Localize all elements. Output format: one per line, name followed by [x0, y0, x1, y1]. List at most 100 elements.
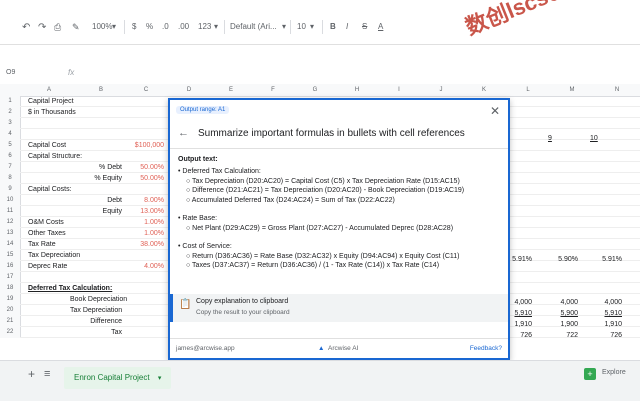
strikethrough-button[interactable]: S	[362, 22, 367, 31]
cell-label[interactable]: O&M Costs	[28, 217, 64, 228]
row-number[interactable]: 1	[0, 96, 21, 107]
divider	[170, 338, 508, 339]
row-number[interactable]: 6	[0, 151, 21, 162]
cell-value[interactable]: 726	[582, 330, 622, 341]
cell-sublabel[interactable]: % Debt	[60, 162, 122, 173]
row-number[interactable]: 7	[0, 162, 21, 173]
cell-value[interactable]: 1.00%	[124, 228, 164, 239]
italic-button[interactable]: I	[346, 22, 348, 31]
cell-label[interactable]: Tax Rate	[28, 239, 56, 250]
cell-value[interactable]: 13.00%	[124, 206, 164, 217]
cell-value[interactable]: 4,000	[582, 297, 622, 308]
cell-sublabel[interactable]: Tax	[60, 327, 122, 338]
number-format-button[interactable]: 123	[198, 22, 211, 31]
decrease-decimal-button[interactable]: .0	[162, 22, 169, 31]
cell-value[interactable]: 38.00%	[124, 239, 164, 250]
section-heading: • Rate Base:	[178, 215, 218, 222]
cell-sublabel[interactable]: % Equity	[60, 173, 122, 184]
bullet-item: ○ Accumulated Deferred Tax (D24:AC24) = …	[186, 196, 395, 204]
cell-label[interactable]: Capital Structure:	[28, 151, 82, 162]
cell-sublabel[interactable]: Equity	[60, 206, 122, 217]
cell-value[interactable]: 4,000	[540, 297, 578, 308]
all-sheets-button[interactable]: ≡	[44, 368, 50, 380]
year-header: 9	[548, 135, 552, 142]
cell-value[interactable]: 50.00%	[124, 173, 164, 184]
font-size-select[interactable]: 10	[297, 22, 306, 31]
cell-label[interactable]: Capital Cost	[28, 140, 66, 151]
currency-button[interactable]: $	[132, 22, 136, 31]
output-label: Output text:	[178, 156, 218, 163]
copy-to-clipboard-button[interactable]: 📋 Copy explanation to clipboard Copy the…	[170, 294, 508, 322]
row-number[interactable]: 8	[0, 173, 21, 184]
cell-sublabel[interactable]: Tax Depreciation	[70, 305, 122, 316]
toolbar-divider	[322, 20, 323, 34]
increase-decimal-button[interactable]: .00	[178, 22, 189, 31]
zoom-chevron-icon[interactable]: ▾	[112, 22, 116, 31]
cell-value[interactable]: 8.00%	[124, 195, 164, 206]
bullet-item: ○ Taxes (D37:AC37) = Return (D36:AC36) /…	[186, 262, 440, 269]
cell-value[interactable]: 5,900	[540, 308, 578, 319]
cell-sublabel[interactable]: Difference	[60, 316, 122, 327]
cell-value[interactable]: 722	[540, 330, 578, 341]
cell-label[interactable]: $ in Thousands	[28, 107, 76, 118]
row-number[interactable]: 13	[0, 228, 21, 239]
row-number[interactable]: 17	[0, 272, 21, 283]
explore-label[interactable]: Explore	[602, 369, 626, 376]
row-number[interactable]: 9	[0, 184, 21, 195]
row-number[interactable]: 11	[0, 206, 21, 217]
row-number[interactable]: 15	[0, 250, 21, 261]
zoom-select[interactable]: 100%	[92, 22, 112, 31]
row-number[interactable]: 21	[0, 316, 21, 327]
close-icon[interactable]: ✕	[490, 104, 500, 118]
cell-value[interactable]: $100,000	[124, 140, 164, 151]
cell-value[interactable]: 1,910	[582, 319, 622, 330]
font-chevron-icon[interactable]: ▾	[282, 22, 286, 31]
row-number[interactable]: 14	[0, 239, 21, 250]
cell-value[interactable]: 1.00%	[124, 217, 164, 228]
row-number[interactable]: 2	[0, 107, 21, 118]
cell-label[interactable]: Tax Depreciation	[28, 250, 80, 261]
sheet-tab-label: Enron Capital Project	[74, 373, 150, 382]
back-arrow-icon[interactable]: ←	[178, 127, 189, 139]
redo-icon[interactable]: ↷	[38, 22, 46, 33]
text-color-button[interactable]: A	[378, 22, 383, 31]
row-number[interactable]: 20	[0, 305, 21, 316]
clipboard-icon: 📋	[179, 299, 192, 310]
cell-label[interactable]: Other Taxes	[28, 228, 66, 239]
cell-label[interactable]: Deprec Rate	[28, 261, 67, 272]
font-select[interactable]: Default (Ari...	[230, 22, 277, 31]
cell-value[interactable]: 5.91%	[582, 254, 622, 265]
cell-sublabel[interactable]: Debt	[60, 195, 122, 206]
undo-icon[interactable]: ↶	[22, 22, 30, 33]
row-number[interactable]: 10	[0, 195, 21, 206]
explore-icon[interactable]: +	[584, 368, 596, 380]
row-number[interactable]: 3	[0, 118, 21, 129]
row-number[interactable]: 12	[0, 217, 21, 228]
row-number[interactable]: 22	[0, 327, 21, 338]
number-format-chevron-icon[interactable]: ▾	[214, 22, 218, 31]
row-number[interactable]: 18	[0, 283, 21, 294]
chevron-down-icon[interactable]: ▾	[158, 375, 162, 382]
row-number[interactable]: 5	[0, 140, 21, 151]
print-icon[interactable]: ⎙	[54, 22, 61, 33]
name-box[interactable]: O9	[6, 69, 15, 76]
add-sheet-button[interactable]: +	[28, 367, 35, 381]
cell-value[interactable]: 5,910	[582, 308, 622, 319]
cell-value[interactable]: 5.90%	[540, 254, 578, 265]
cell-label[interactable]: Capital Project	[28, 96, 74, 107]
cell-value[interactable]: 50.00%	[124, 162, 164, 173]
cell-label[interactable]: Capital Costs:	[28, 184, 72, 195]
bold-button[interactable]: B	[330, 22, 336, 31]
sheet-tab[interactable]: Enron Capital Project ▾	[64, 367, 172, 389]
cell-sublabel[interactable]: Book Depreciation	[70, 294, 127, 305]
row-number[interactable]: 4	[0, 129, 21, 140]
cell-value[interactable]: 1,900	[540, 319, 578, 330]
row-number[interactable]: 19	[0, 294, 21, 305]
paint-format-icon[interactable]: ✎	[72, 22, 80, 33]
font-size-chevron-icon[interactable]: ▾	[310, 22, 314, 31]
cell-label[interactable]: Deferred Tax Calculation:	[28, 283, 112, 294]
feedback-link[interactable]: Feedback?	[470, 345, 502, 352]
row-number[interactable]: 16	[0, 261, 21, 272]
percent-button[interactable]: %	[146, 22, 153, 31]
cell-value[interactable]: 4.00%	[124, 261, 164, 272]
